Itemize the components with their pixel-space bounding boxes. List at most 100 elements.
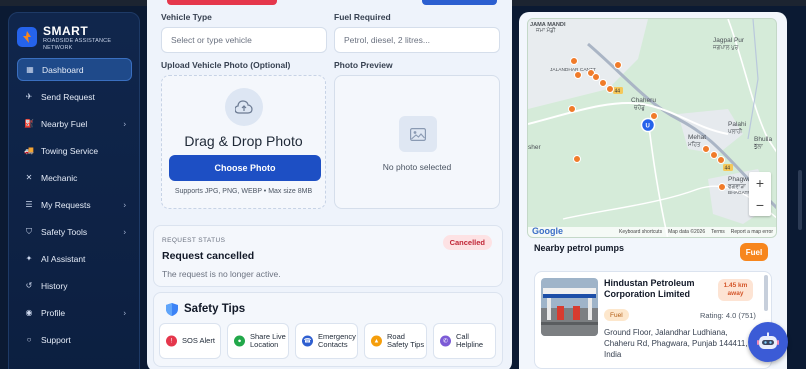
report-error-link[interactable]: Report a map error bbox=[731, 229, 773, 235]
shield-icon: ⛉ bbox=[26, 226, 32, 236]
safety-tip-contacts[interactable]: ☎ Emergency Contacts bbox=[295, 323, 358, 359]
svg-text:ਭੁੱਲਾ: ਭੁੱਲਾ bbox=[753, 143, 763, 150]
location-icon: ● bbox=[234, 335, 245, 347]
map-zoom-control: + − bbox=[749, 172, 771, 216]
svg-text:ਫਗਵਾੜਾ: ਫਗਵਾੜਾ bbox=[727, 184, 746, 190]
send-icon: ✈ bbox=[25, 92, 33, 101]
sidebar-item-support[interactable]: ○ Support bbox=[17, 328, 132, 351]
svg-text:ਚਹੇੜੂ: ਚਹੇੜੂ bbox=[633, 104, 645, 111]
user-location-marker[interactable]: U bbox=[640, 117, 656, 133]
svg-text:44: 44 bbox=[725, 166, 731, 172]
sidebar-item-mechanic[interactable]: ✕ Mechanic bbox=[17, 166, 132, 189]
photo-dropzone[interactable]: Drag & Drop Photo Choose Photo Supports … bbox=[161, 75, 326, 209]
fuel-marker[interactable] bbox=[606, 85, 614, 93]
brand-subtitle: ROADSIDE ASSISTANCE NETWORK bbox=[43, 38, 112, 51]
upload-hint: Supports JPG, PNG, WEBP • Max size 8MB bbox=[174, 188, 313, 195]
svg-text:Chaheru: Chaheru bbox=[631, 97, 656, 104]
zoom-out-button[interactable]: − bbox=[749, 194, 771, 216]
fuel-marker[interactable] bbox=[710, 151, 718, 159]
fuel-marker[interactable] bbox=[614, 61, 622, 69]
fuel-filter-button[interactable]: Fuel bbox=[740, 243, 768, 261]
safety-tip-label: Share Live Location bbox=[250, 332, 286, 349]
sidebar-item-label: Safety Tools bbox=[41, 226, 88, 237]
sidebar-item-nearby-fuel[interactable]: ⛽ Nearby Fuel › bbox=[17, 112, 132, 135]
warning-icon: ▲ bbox=[371, 335, 382, 347]
svg-text:ਪਲਾਹੀ: ਪਲਾਹੀ bbox=[727, 128, 742, 135]
vehicle-type-input[interactable]: Select or type vehicle bbox=[161, 27, 327, 53]
fuel-marker[interactable] bbox=[599, 79, 607, 87]
fuel-marker[interactable] bbox=[717, 156, 725, 164]
safety-tip-warning[interactable]: ▲ Road Safety Tips bbox=[364, 323, 427, 359]
sidebar-item-history[interactable]: ↺ History bbox=[17, 274, 132, 297]
map-canvas[interactable]: JAMA MANDI ਜਮਾ ਮੰਡੀ Jagpal Pur ਜਗਪਾਲ ਪੁਰ… bbox=[528, 19, 777, 238]
top-tab-blue[interactable] bbox=[422, 0, 497, 5]
sidebar-item-label: Send Request bbox=[41, 91, 95, 102]
terms-link[interactable]: Terms bbox=[711, 229, 725, 235]
sidebar-item-label: AI Assistant bbox=[41, 253, 86, 264]
sidebar-item-send-request[interactable]: ✈ Send Request bbox=[17, 85, 132, 108]
photo-preview-label: Photo Preview bbox=[334, 60, 393, 70]
pump-name: Hindustan Petroleum Corporation Limited bbox=[604, 278, 695, 299]
top-tab-red[interactable] bbox=[167, 0, 277, 5]
phone-icon: ✆ bbox=[440, 335, 451, 347]
sidebar-item-safety-tools[interactable]: ⛉ Safety Tools › bbox=[17, 220, 132, 243]
list-icon: ☰ bbox=[25, 200, 33, 209]
safety-tip-label: SOS Alert bbox=[182, 336, 215, 345]
fuel-marker[interactable] bbox=[568, 105, 576, 113]
sidebar-item-label: Towing Service bbox=[41, 145, 99, 156]
chatbot-button[interactable] bbox=[748, 322, 788, 362]
pumps-scrollbar[interactable] bbox=[764, 275, 768, 311]
safety-tip-sos[interactable]: ! SOS Alert bbox=[159, 323, 221, 359]
fuel-marker[interactable] bbox=[574, 71, 582, 79]
history-icon: ↺ bbox=[25, 281, 33, 290]
fuel-marker[interactable] bbox=[592, 73, 600, 81]
svg-text:sher: sher bbox=[528, 144, 541, 151]
image-placeholder-icon bbox=[399, 116, 437, 152]
keyboard-shortcuts-link[interactable]: Keyboard shortcuts bbox=[619, 229, 662, 235]
choose-photo-button[interactable]: Choose Photo bbox=[169, 155, 321, 181]
page-scrollbar-thumb[interactable] bbox=[798, 170, 802, 230]
sidebar-item-label: History bbox=[41, 280, 68, 291]
svg-text:Mehat: Mehat bbox=[688, 134, 706, 141]
sidebar-item-my-requests[interactable]: ☰ My Requests › bbox=[17, 193, 132, 216]
sidebar-item-towing-service[interactable]: 🚚 Towing Service bbox=[17, 139, 132, 162]
svg-text:ਮਹਿਤ: ਮਹਿਤ bbox=[687, 141, 701, 148]
nearby-pumps-title: Nearby petrol pumps bbox=[534, 243, 625, 253]
pump-card[interactable]: Hindustan Petroleum Corporation Limited … bbox=[534, 271, 772, 369]
zoom-in-button[interactable]: + bbox=[749, 172, 771, 194]
fuel-marker[interactable] bbox=[718, 183, 726, 191]
sidebar: SMART ROADSIDE ASSISTANCE NETWORK ▦ Dashb… bbox=[8, 12, 140, 369]
pump-address: Ground Floor, Jalandhar Ludhiana, Chaher… bbox=[604, 328, 748, 359]
svg-text:ਜਗਪਾਲ ਪੁਰ: ਜਗਪਾਲ ਪੁਰ bbox=[712, 45, 739, 51]
sidebar-item-ai-assistant[interactable]: ✦ AI Assistant bbox=[17, 247, 132, 270]
map-view[interactable]: JAMA MANDI ਜਮਾ ਮੰਡੀ Jagpal Pur ਜਗਪਾਲ ਪੁਰ… bbox=[527, 18, 777, 238]
svg-text:U: U bbox=[646, 124, 650, 130]
fuel-marker[interactable] bbox=[650, 112, 658, 120]
status-description: The request is no longer active. bbox=[162, 269, 281, 279]
map-data-text: Map data ©2026 bbox=[668, 229, 706, 235]
fuel-marker[interactable] bbox=[702, 145, 710, 153]
photo-preview: No photo selected bbox=[334, 75, 500, 209]
contacts-icon: ☎ bbox=[302, 335, 313, 347]
fuel-marker[interactable] bbox=[573, 155, 581, 163]
svg-text:ਜਮਾ ਮੰਡੀ: ਜਮਾ ਮੰਡੀ bbox=[535, 27, 556, 34]
fuel-icon: ⛽ bbox=[24, 119, 34, 128]
fuel-marker[interactable] bbox=[570, 57, 578, 65]
main-panel: Vehicle Type Select or type vehicle Fuel… bbox=[147, 0, 512, 369]
sidebar-item-label: Dashboard bbox=[42, 64, 84, 75]
safety-tips-card: Safety Tips ! SOS Alert ● Share Live Locati… bbox=[153, 292, 503, 367]
safety-tip-location[interactable]: ● Share Live Location bbox=[227, 323, 289, 359]
pump-distance-badge: 1.45 km away bbox=[718, 279, 753, 301]
status-badge: Cancelled bbox=[442, 235, 492, 250]
safety-tip-label: Call Helpline bbox=[456, 332, 484, 349]
right-panel: JAMA MANDI ਜਮਾ ਮੰਡੀ Jagpal Pur ਜਗਪਾਲ ਪੁਰ… bbox=[519, 12, 787, 369]
safety-tips-title: Safety Tips bbox=[184, 303, 246, 315]
sidebar-nav: ▦ Dashboard ✈ Send Request ⛽ Nearby Fuel › 🚚 Tow… bbox=[17, 58, 132, 355]
fuel-required-input[interactable]: Petrol, diesel, 2 litres... bbox=[334, 27, 500, 53]
map-attribution: Keyboard shortcuts Map data ©2026 Terms … bbox=[528, 227, 776, 237]
svg-text:Bhulla: Bhulla bbox=[754, 136, 772, 143]
sidebar-item-dashboard[interactable]: ▦ Dashboard bbox=[17, 58, 132, 81]
sidebar-item-profile[interactable]: ◉ Profile › bbox=[17, 301, 132, 324]
brand-logo-icon bbox=[17, 27, 37, 47]
safety-tip-phone[interactable]: ✆ Call Helpline bbox=[433, 323, 496, 359]
